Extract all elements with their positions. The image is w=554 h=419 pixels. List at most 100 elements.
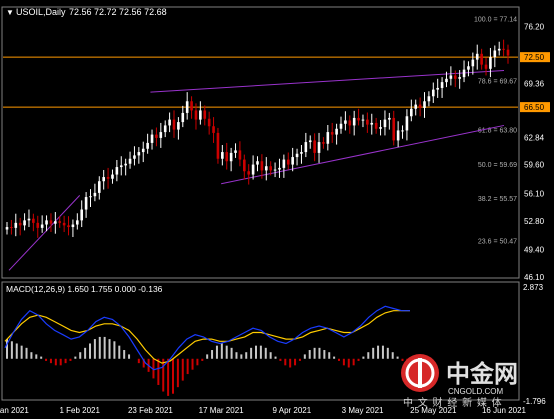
time-tick-label: 9 Apr 2021 (273, 406, 312, 415)
candle-body (423, 101, 426, 108)
candle-body (27, 218, 31, 221)
candle-body (453, 75, 457, 79)
candle-body (111, 174, 114, 179)
candle-body (76, 220, 79, 225)
candle-body (326, 132, 330, 144)
candle-body (256, 161, 259, 165)
candle-body (269, 166, 272, 171)
price-tick-label: 46.10 (524, 273, 545, 282)
fib-level-label: 78.6 = 69.67 (478, 79, 517, 86)
candle-body (172, 119, 176, 130)
candle-body (361, 119, 365, 121)
candle-body (207, 118, 211, 127)
candle-body (304, 142, 308, 153)
candle-body (40, 224, 44, 228)
candle-body (471, 59, 475, 67)
candle-body (58, 221, 62, 223)
candle-body (260, 161, 264, 171)
candle-body (273, 169, 277, 171)
time-tick-label: 17 Mar 2021 (199, 406, 244, 415)
candle-body (23, 220, 26, 226)
symbol-dropdown-icon[interactable]: ▼ (6, 8, 14, 17)
candle-body (506, 49, 510, 56)
candle-body (133, 155, 136, 159)
candle-body (344, 120, 347, 124)
candle-body (497, 48, 501, 51)
candle-body (462, 69, 466, 78)
macd-axis-bottom: -1.796 (523, 397, 546, 406)
fib-level-label: 50.0 = 59.69 (478, 162, 517, 169)
candle-body (216, 132, 220, 159)
candle-body (115, 167, 119, 175)
candle-body (467, 66, 470, 70)
price-tick-label: 62.84 (524, 134, 545, 143)
candle-body (286, 159, 290, 165)
candle-body (190, 101, 193, 111)
time-tick-label: 8 Jan 2021 (0, 406, 29, 415)
logo-slogan-text: 中 文 财 经 新 媒 体 (403, 396, 503, 409)
candle-body (62, 222, 66, 226)
time-tick-label: 3 May 2021 (342, 406, 384, 415)
candle-body (141, 148, 145, 153)
candle-body (427, 96, 431, 102)
candle-body (251, 164, 255, 175)
candle-body (89, 196, 92, 198)
candle-body (84, 197, 88, 210)
candle-body (357, 117, 360, 121)
candle-body (185, 101, 189, 113)
candle-body (124, 163, 127, 166)
candle-body (150, 134, 154, 143)
candle-body (106, 177, 110, 179)
candle-body (366, 119, 369, 125)
candle-body (335, 128, 338, 135)
candle-body (159, 132, 163, 138)
candle-body (80, 209, 84, 221)
candle-body (392, 117, 396, 141)
candle-body (330, 132, 334, 135)
price-tick-label: 69.36 (524, 79, 545, 88)
candle-body (484, 64, 488, 69)
candle-body (247, 171, 251, 175)
candle-body (475, 53, 479, 60)
candle-body (243, 159, 246, 172)
candle-body (168, 119, 171, 126)
candle-body (339, 123, 343, 129)
price-tick-label: 49.40 (524, 246, 545, 255)
candle-body (445, 78, 448, 83)
price-tick-label: 56.10 (524, 190, 545, 199)
time-tick-label: 23 Feb 2021 (128, 406, 173, 415)
candle-body (352, 117, 356, 126)
candle-body (502, 48, 505, 50)
price-tag-label: 72.50 (524, 53, 545, 62)
candle-body (225, 152, 229, 162)
candle-body (155, 134, 158, 138)
fib-level-label: 61.8 = 63.80 (478, 128, 517, 135)
candle-body (370, 122, 374, 125)
macd-axis-top: 2.873 (523, 283, 544, 292)
candle-body (388, 117, 391, 120)
price-tick-label: 59.60 (524, 161, 545, 170)
candle-body (308, 140, 312, 143)
candle-body (440, 82, 444, 88)
candle-body (229, 152, 233, 162)
candle-body (431, 89, 435, 97)
candle-body (295, 153, 299, 158)
candle-body (322, 142, 325, 144)
candle-body (264, 166, 268, 171)
candle-body (71, 224, 75, 228)
candle-body (146, 142, 149, 149)
candle-body (291, 157, 294, 165)
candle-body (199, 110, 202, 120)
fib-level-label: 23.6 = 50.47 (478, 239, 517, 246)
candle-body (54, 221, 57, 224)
candle-body (348, 120, 352, 126)
candle-body (401, 130, 404, 132)
candle-body (234, 150, 237, 153)
cngold-logo: 中金网 CNGOLD.COM 中 文 财 经 新 媒 体 (401, 354, 518, 409)
candle-body (405, 116, 409, 131)
price-tick-label: 52.80 (524, 217, 545, 226)
candle-body (379, 127, 382, 129)
candle-body (137, 152, 141, 156)
candle-body (119, 165, 123, 168)
candle-body (10, 227, 13, 229)
